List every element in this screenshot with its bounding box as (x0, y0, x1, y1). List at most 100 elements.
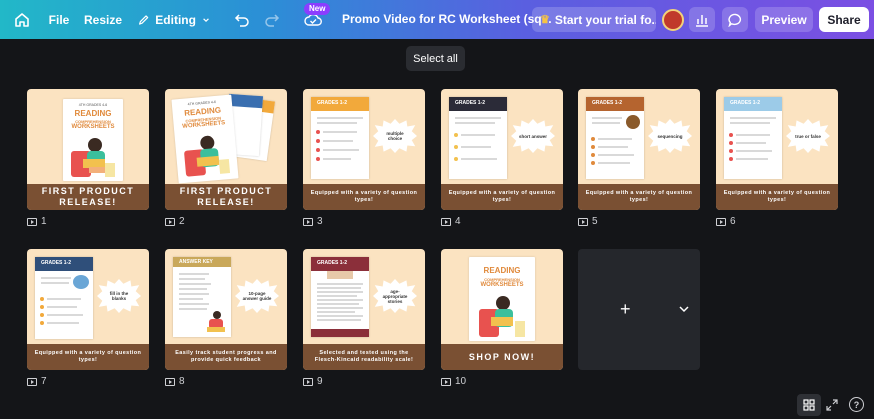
resize-button[interactable]: Resize (84, 0, 122, 39)
page-label-7: 7 (27, 376, 47, 387)
book-title-1: READING (74, 109, 112, 118)
page-caption: Selected and tested using the Flesch-Kin… (303, 344, 425, 370)
question-type-burst: sequencing (648, 119, 692, 153)
reading-child-illustration (71, 138, 115, 177)
new-badge: New (304, 3, 331, 15)
page-thumbnail-10[interactable]: READING COMPREHENSION WORKSHEETS SHOP NO… (441, 249, 563, 370)
redo-button[interactable] (262, 0, 282, 39)
page-label-8: 8 (165, 376, 185, 387)
video-page-icon (441, 217, 451, 226)
page-caption: Equipped with a variety of question type… (27, 344, 149, 370)
video-page-icon (27, 377, 37, 386)
page-thumbnail-3[interactable]: GRADES 1-2 multiple choice Equipped with… (303, 89, 425, 210)
home-button[interactable] (8, 0, 36, 39)
worksheet-preview: GRADES 1-2 (449, 97, 507, 179)
worksheet-preview: GRADES 1-2 (35, 257, 93, 339)
page-label-4: 4 (441, 216, 461, 227)
video-page-icon (165, 217, 175, 226)
worksheet-title: GRADES 1-2 (41, 260, 72, 266)
video-page-icon (441, 377, 451, 386)
page-caption: SHOP NOW! (441, 344, 563, 370)
page-thumbnail-1[interactable]: 4TH GRADES 4-6 READING COMPREHENSION WOR… (27, 89, 149, 210)
crown-icon: ♛ (540, 14, 550, 26)
page-thumbnail-5[interactable]: GRADES 1-2 sequencing Equipped with a va… (578, 89, 700, 210)
redo-icon (265, 13, 280, 27)
book-cover: READING COMPREHENSION WORKSHEETS (469, 257, 535, 341)
page-thumbnail-7[interactable]: GRADES 1-2 fill in the blanks Equipped w… (27, 249, 149, 370)
start-trial-button[interactable]: ♛ Start your trial fo... (532, 7, 656, 32)
insights-button[interactable] (689, 7, 715, 32)
book-cover: 4TH GRADES 4-6 READING COMPREHENSION WOR… (63, 99, 123, 181)
page-caption: Equipped with a variety of question type… (441, 184, 563, 210)
reading-child-illustration (184, 135, 231, 177)
share-button[interactable]: Share (819, 7, 869, 32)
plus-icon: + (620, 299, 631, 319)
top-toolbar: File Resize Editing New Promo Video for … (0, 0, 874, 39)
page-caption: Equipped with a variety of question type… (303, 184, 425, 210)
book-title-3: WORKSHEETS (480, 282, 524, 288)
video-page-icon (716, 217, 726, 226)
question-type-burst: true or false (786, 119, 830, 153)
chevron-down-icon (203, 17, 209, 22)
page-number: 6 (730, 216, 736, 227)
page-thumbnail-2[interactable]: 4TH GRADES 4-6 READING COMPREHENSION WOR… (165, 89, 287, 210)
worksheet-title: GRADES 1-2 (317, 260, 348, 266)
page-number: 8 (179, 376, 185, 387)
page-label-3: 3 (303, 216, 323, 227)
editing-mode-button[interactable]: Editing (138, 0, 210, 39)
question-type-burst: multiple choice (373, 119, 417, 153)
page-caption: FIRST PRODUCT RELEASE! (27, 184, 149, 210)
worksheet-preview: ANSWER KEY (173, 257, 231, 337)
bar-chart-icon (696, 14, 708, 27)
page-number: 2 (179, 216, 185, 227)
book-grade: 4TH GRADES 4-6 (78, 103, 108, 107)
grid-view-button[interactable] (797, 394, 821, 416)
page-label-1: 1 (27, 216, 47, 227)
page-number: 9 (317, 376, 323, 387)
chevron-down-icon[interactable] (678, 303, 690, 315)
page-label-9: 9 (303, 376, 323, 387)
video-page-icon (27, 217, 37, 226)
trial-label: Start your trial fo... (554, 12, 656, 27)
worksheet-preview: GRADES 1-2 (311, 97, 369, 179)
user-avatar[interactable] (662, 9, 684, 31)
video-page-icon (303, 377, 313, 386)
page-thumbnail-6[interactable]: GRADES 1-2 true or false Equipped with a… (716, 89, 838, 210)
select-all-button[interactable]: Select all (406, 46, 465, 71)
home-icon (15, 12, 29, 27)
book-cover: 4TH GRADES 4-6 READING COMPREHENSION WOR… (171, 94, 239, 184)
page-thumbnail-4[interactable]: GRADES 1-2 short answer Equipped with a … (441, 89, 563, 210)
comments-button[interactable] (722, 7, 748, 32)
worksheet-title: GRADES 1-2 (592, 100, 623, 106)
video-page-icon (578, 217, 588, 226)
page-number: 7 (41, 376, 47, 387)
undo-button[interactable] (232, 0, 252, 39)
help-button[interactable]: ? (849, 397, 864, 412)
worksheet-preview: GRADES 1-2 (724, 97, 782, 179)
page-number: 4 (455, 216, 461, 227)
comment-icon (727, 13, 741, 27)
page-number: 3 (317, 216, 323, 227)
page-caption: Equipped with a variety of question type… (578, 184, 700, 210)
worksheet-preview: GRADES 1-2 (311, 257, 369, 337)
worksheet-preview: GRADES 1-2 (586, 97, 644, 179)
document-title[interactable]: Promo Video for RC Worksheet (sq... (342, 12, 552, 26)
page-label-2: 2 (165, 216, 185, 227)
page-number: 10 (455, 376, 467, 387)
page-number: 5 (592, 216, 598, 227)
reading-child-illustration (207, 311, 225, 332)
add-page-button[interactable]: + (578, 249, 700, 370)
fullscreen-button[interactable] (824, 396, 840, 414)
story-level-burst: age-appropriate stories (373, 279, 417, 313)
worksheet-title: GRADES 1-2 (730, 100, 761, 106)
file-menu-button[interactable]: File (48, 0, 70, 39)
video-page-icon (303, 217, 313, 226)
page-thumbnail-8[interactable]: ANSWER KEY 10-page answer guide Easily t… (165, 249, 287, 370)
page-caption: Equipped with a variety of question type… (716, 184, 838, 210)
page-thumbnail-9[interactable]: GRADES 1-2 age-appropriate stories Selec… (303, 249, 425, 370)
reading-child-illustration (479, 296, 525, 337)
worksheet-title: ANSWER KEY (179, 259, 213, 265)
preview-button[interactable]: Preview (755, 7, 813, 32)
grid-view-icon (803, 399, 815, 411)
page-label-10: 10 (441, 376, 466, 387)
